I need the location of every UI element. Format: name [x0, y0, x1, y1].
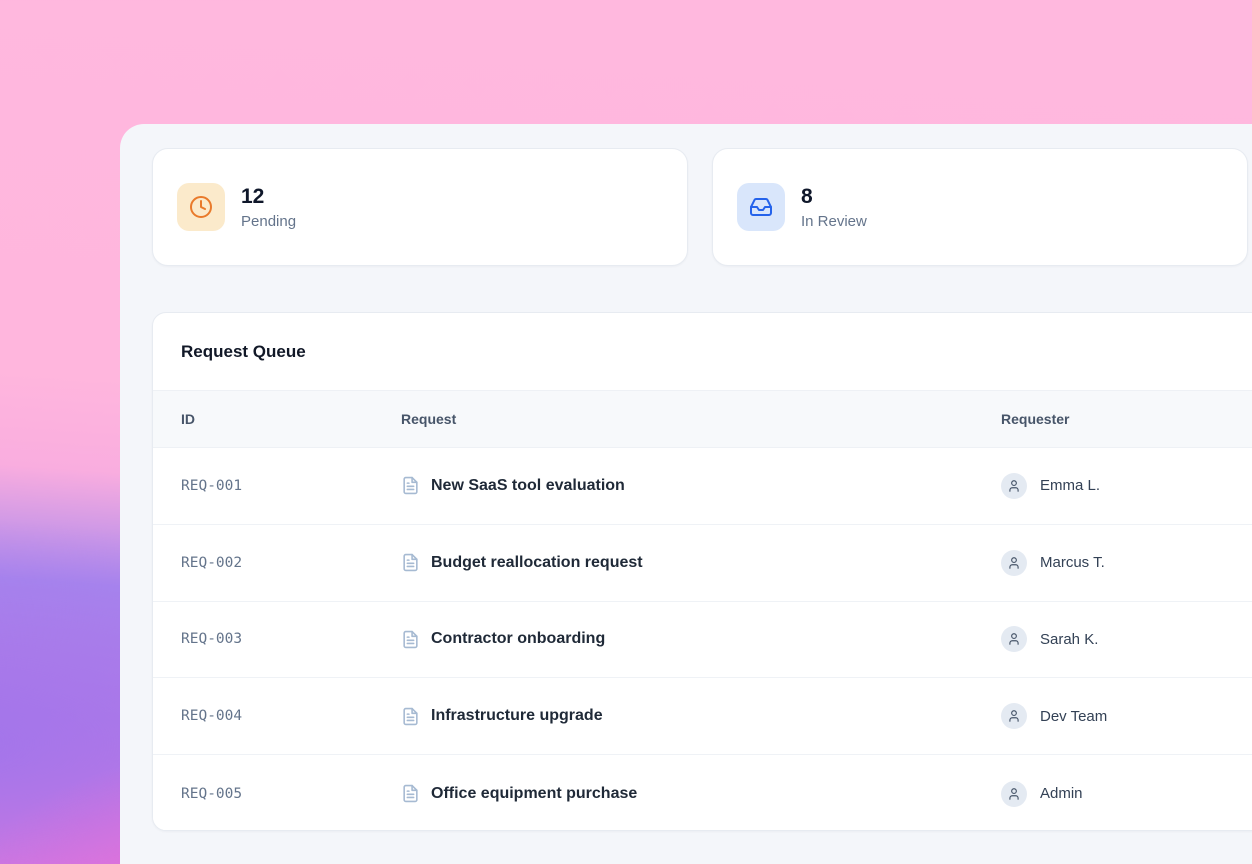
request-queue-card: Request Queue ID Request Requester REQ-0…: [152, 312, 1252, 831]
user-icon: [1001, 703, 1027, 729]
requester-name: Dev Team: [1040, 708, 1107, 725]
pending-count: 12: [241, 184, 296, 209]
user-icon: [1001, 473, 1027, 499]
user-icon: [1001, 550, 1027, 576]
gradient-background: { "colors": { "background_pink": "#FFB6D…: [0, 0, 1252, 864]
pending-label: Pending: [241, 213, 296, 230]
stat-card-pending[interactable]: 12 Pending: [152, 148, 688, 266]
user-icon: [1001, 626, 1027, 652]
requester-name: Admin: [1040, 785, 1083, 802]
table-row[interactable]: REQ-001 New SaaS tool evaluation: [153, 448, 1252, 525]
column-header-id: ID: [153, 411, 401, 427]
request-title: Contractor onboarding: [431, 630, 605, 648]
request-id: REQ-002: [181, 555, 242, 571]
in-review-label: In Review: [801, 213, 867, 230]
in-review-count: 8: [801, 184, 867, 209]
column-header-request: Request: [401, 411, 1001, 427]
request-title: Office equipment purchase: [431, 785, 637, 803]
requester-name: Sarah K.: [1040, 631, 1098, 648]
page-title: Request Queue: [153, 313, 1252, 391]
stat-card-in-review[interactable]: 8 In Review: [712, 148, 1248, 266]
file-text-icon: [401, 553, 420, 572]
clock-icon: [177, 183, 225, 231]
file-text-icon: [401, 707, 420, 726]
stat-text: 8 In Review: [801, 184, 867, 229]
column-header-requester: Requester: [1001, 411, 1252, 427]
inbox-icon: [737, 183, 785, 231]
content-panel: 12 Pending 8 In Review Request Queue ID …: [120, 124, 1252, 864]
request-id: REQ-003: [181, 631, 242, 647]
table-header-row: ID Request Requester: [153, 391, 1252, 448]
request-id: REQ-001: [181, 478, 242, 494]
user-icon: [1001, 781, 1027, 807]
requester-name: Marcus T.: [1040, 554, 1105, 571]
stat-text: 12 Pending: [241, 184, 296, 229]
table-row[interactable]: REQ-002 Budget reallocation request: [153, 525, 1252, 602]
request-title: Infrastructure upgrade: [431, 707, 603, 725]
file-text-icon: [401, 630, 420, 649]
file-text-icon: [401, 784, 420, 803]
stats-row: 12 Pending 8 In Review: [152, 148, 1248, 266]
table-row[interactable]: REQ-005 Office equipment purchase: [153, 755, 1252, 831]
file-text-icon: [401, 476, 420, 495]
table-row[interactable]: REQ-004 Infrastructure upgrade: [153, 678, 1252, 755]
request-title: Budget reallocation request: [431, 554, 643, 572]
request-id: REQ-005: [181, 786, 242, 802]
request-id: REQ-004: [181, 708, 242, 724]
requester-name: Emma L.: [1040, 477, 1100, 494]
table-row[interactable]: REQ-003 Contractor onboarding S: [153, 602, 1252, 679]
request-title: New SaaS tool evaluation: [431, 477, 625, 495]
